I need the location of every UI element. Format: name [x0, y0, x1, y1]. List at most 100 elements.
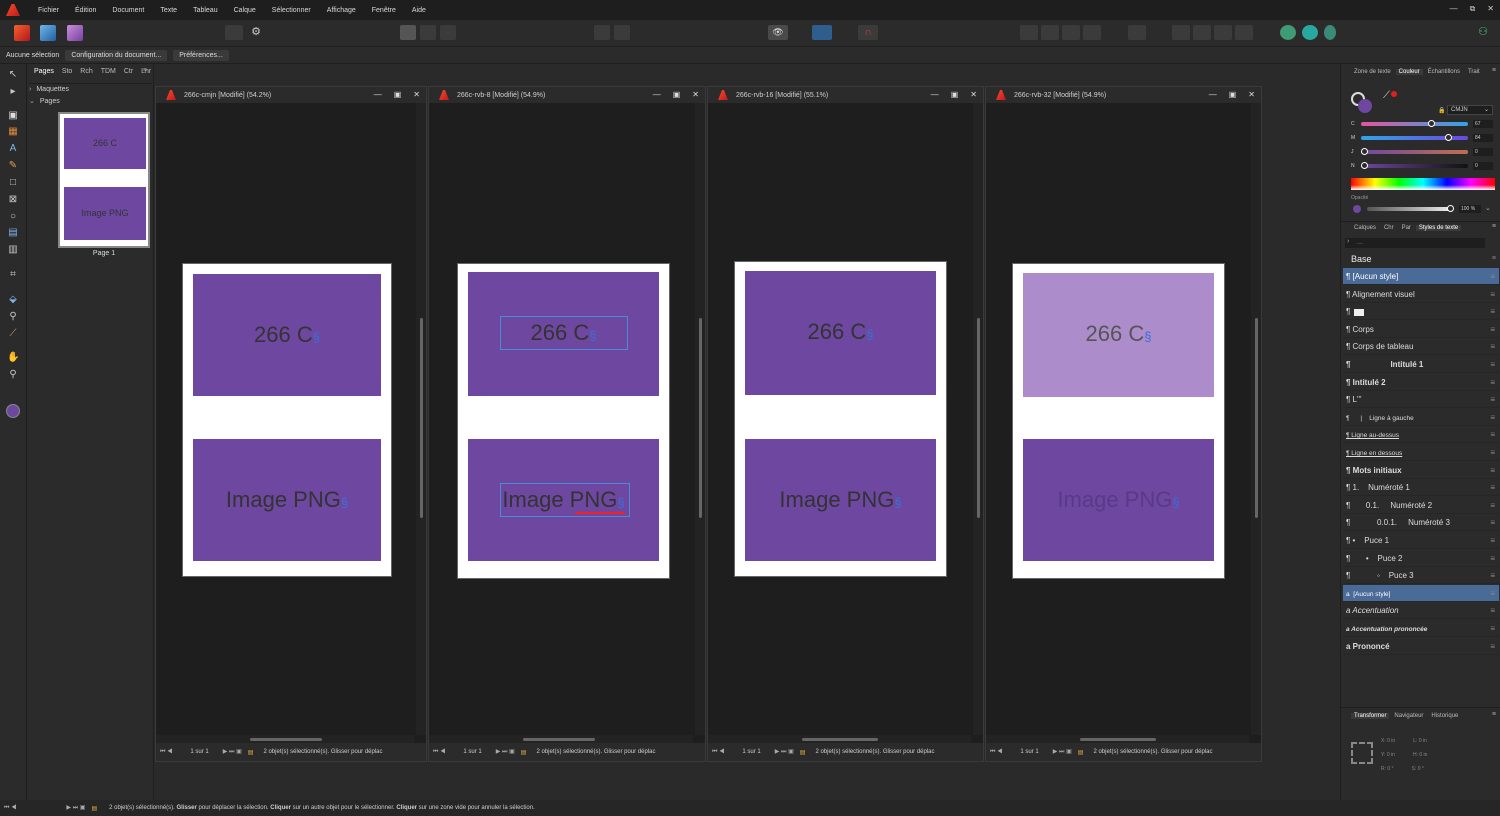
style-menu-icon[interactable]: ≡ [1490, 550, 1495, 567]
notes-icon[interactable]: ▤ [91, 805, 97, 812]
style-menu-icon[interactable]: ≡ [1490, 374, 1495, 391]
slider-j[interactable] [1361, 148, 1468, 155]
style-menu-icon[interactable]: ≡ [1490, 286, 1495, 303]
toolbar-button[interactable] [1128, 25, 1146, 40]
document-setup-button[interactable]: Configuration du document... [65, 49, 168, 61]
menu-fichier[interactable]: Fichier [30, 7, 67, 14]
tab-pages[interactable]: Pages [31, 68, 57, 75]
chevron-down-icon[interactable] [880, 25, 886, 40]
assistant-icon[interactable] [1302, 25, 1318, 40]
document-tab[interactable]: 266c-cmjn [Modifié] (54.2%) — ▣ ✕ [156, 87, 426, 103]
menu-tableau[interactable]: Tableau [185, 7, 226, 14]
x-field[interactable]: 0 in [1387, 738, 1395, 744]
pen-tool-icon[interactable]: ✎ [7, 160, 19, 171]
style-menu-icon[interactable]: ≡ [1490, 338, 1495, 355]
panel-menu-icon[interactable]: ≡ [1492, 711, 1496, 718]
fill-color-swatch[interactable] [6, 404, 20, 418]
maximize-icon[interactable]: ▣ [394, 90, 402, 99]
panel-menu-icon[interactable]: ≡ [143, 67, 147, 74]
toolbar-button[interactable] [420, 25, 436, 40]
preview-eye-icon[interactable]: 👁 [768, 25, 788, 40]
text-frame-266c[interactable]: 266 C§ [468, 272, 659, 396]
style-menu-icon[interactable]: ≡ [1490, 409, 1495, 426]
toolbar-button[interactable] [1020, 25, 1038, 40]
artistic-text-tool-icon[interactable]: A [7, 143, 19, 154]
notes-icon[interactable]: ▤ [521, 749, 527, 756]
node-tool-icon[interactable]: ▸ [7, 86, 19, 97]
text-frame-266c[interactable]: 266 C§ [193, 274, 381, 396]
rectangle-tool-icon[interactable]: □ [7, 177, 19, 188]
style-puce-1[interactable]: ¶ • Puce 1 ≡ [1343, 532, 1499, 549]
style-menu-icon[interactable]: ≡ [1490, 620, 1495, 637]
toolbar-button[interactable] [1083, 25, 1101, 40]
s-field[interactable]: 0 ° [1418, 766, 1424, 772]
magnet-icon[interactable]: ∩ [858, 25, 878, 40]
tab-stroke[interactable]: Trait [1465, 69, 1483, 75]
lock-icon[interactable]: 🔒 [1438, 107, 1445, 114]
r-field[interactable]: 0 ° [1387, 766, 1393, 772]
style-menu-icon[interactable]: ≡ [1490, 567, 1495, 584]
share-icon[interactable] [1280, 25, 1296, 40]
toolbar-button[interactable] [1214, 25, 1232, 40]
y-field[interactable]: 0 in [1387, 752, 1395, 758]
page-thumbnail[interactable]: 266 C Image PNG [58, 112, 150, 248]
style-menu-icon[interactable]: ≡ [1490, 462, 1495, 479]
style-menu-icon[interactable]: ≡ [1490, 356, 1495, 373]
minimize-icon[interactable]: — [1209, 90, 1217, 99]
style-corps[interactable]: ¶ Corps ≡ [1343, 321, 1499, 338]
menu-texte[interactable]: Texte [152, 7, 185, 14]
help-icon[interactable] [1324, 25, 1336, 40]
char-style-accentuation[interactable]: a Accentuation ≡ [1343, 602, 1499, 620]
panel-menu-icon[interactable]: ≡ [1492, 223, 1496, 230]
view-mode-icon[interactable] [400, 25, 416, 40]
minimize-icon[interactable]: — [374, 90, 382, 99]
style-ligne-a-gauche[interactable]: ¶ | Ligne à gauche ≡ [1343, 409, 1499, 426]
opacity-slider[interactable] [1367, 205, 1454, 212]
style-alignement-visuel[interactable]: ¶ Alignement visuel ≡ [1343, 286, 1499, 303]
minimize-icon[interactable]: — [653, 90, 661, 99]
notes-icon[interactable]: ▤ [248, 749, 254, 756]
tab-search[interactable]: Rch [77, 68, 95, 75]
maximize-icon[interactable]: ▣ [951, 90, 959, 99]
tab-swatches[interactable]: Échantillons [1425, 69, 1463, 75]
tab-history[interactable]: Historique [1428, 713, 1461, 719]
style-ligne-au-dessus[interactable]: ¶ Ligne au-dessus ≡ [1343, 426, 1499, 444]
image-frame-png[interactable]: Image PNG§ [193, 439, 381, 561]
char-style-accentuation-prononcee[interactable]: a Accentuation prononcée ≡ [1343, 620, 1499, 637]
style-menu-icon[interactable]: ≡ [1490, 391, 1495, 408]
page-count[interactable]: 1 sur 1 [190, 749, 208, 755]
color-mode-select[interactable]: CMJN ⌄ [1447, 105, 1493, 115]
toolbar-button[interactable] [594, 25, 610, 40]
style-empty[interactable]: ¶ ≡ [1343, 303, 1499, 321]
style-menu-icon[interactable]: ≡ [1490, 426, 1495, 443]
slider-m[interactable] [1361, 134, 1468, 141]
text-frame-tool-icon[interactable]: ▣ [7, 110, 19, 121]
menu-calque[interactable]: Calque [226, 7, 264, 14]
vertical-scrollbar[interactable] [695, 103, 705, 735]
toolbar-button[interactable] [614, 25, 630, 40]
style-menu-icon[interactable]: ≡ [1490, 444, 1495, 461]
style-intitule-2[interactable]: ¶ Intitulé 2 ≡ [1343, 374, 1499, 391]
h-field[interactable]: 0 in [1419, 752, 1427, 758]
document-window-2[interactable]: 266c-rvb-8 [Modifié] (54.9%) — ▣ ✕ 266 C§ … [428, 86, 706, 762]
image-frame-png[interactable]: Image PNG§ [468, 439, 659, 561]
style-menu-icon[interactable]: ≡ [1490, 585, 1495, 602]
page-count[interactable]: 1 sur 1 [1020, 749, 1038, 755]
tab-text-frame[interactable]: Zone de texte [1351, 69, 1394, 75]
style-menu-icon[interactable]: ≡ [1490, 638, 1495, 655]
pages-section[interactable]: ⌄ Pages [29, 96, 149, 108]
snapping-icon[interactable] [812, 25, 832, 40]
color-spectrum[interactable] [1351, 178, 1495, 190]
restore-icon[interactable]: ⧉ [1470, 4, 1476, 14]
picture-frame-tool-icon[interactable]: ⊠ [7, 194, 19, 205]
horizontal-scrollbar[interactable] [708, 735, 971, 743]
style-menu-icon[interactable]: ≡ [1490, 602, 1495, 619]
table-tool-icon[interactable]: ▦ [7, 126, 19, 137]
style-corps-de-tableau[interactable]: ¶ Corps de tableau ≡ [1343, 338, 1499, 356]
gear-icon[interactable]: ⚙ [247, 25, 265, 40]
style-menu-icon[interactable]: ≡ [1490, 321, 1495, 338]
toolbar-button[interactable] [1062, 25, 1080, 40]
toolbar-button[interactable] [1235, 25, 1253, 40]
style-puce-2[interactable]: ¶ • Puce 2 ≡ [1343, 550, 1499, 567]
style-menu-icon[interactable]: ≡ [1490, 532, 1495, 549]
